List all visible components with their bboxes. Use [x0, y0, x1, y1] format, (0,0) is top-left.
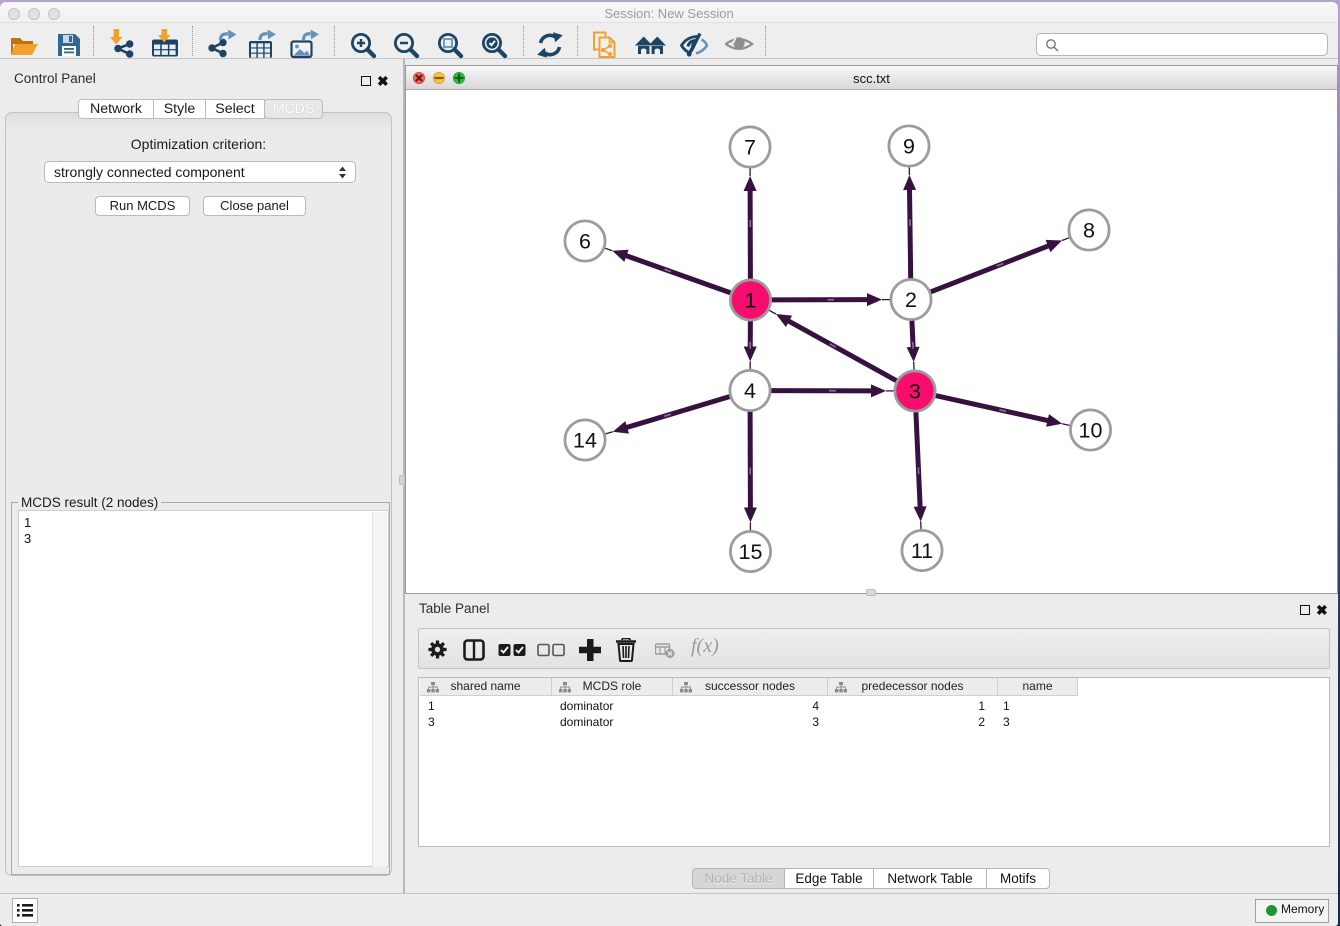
svg-text:2: 2 — [905, 288, 917, 312]
svg-text:3: 3 — [909, 380, 921, 404]
svg-text:4: 4 — [744, 379, 756, 403]
svg-text:7: 7 — [744, 136, 756, 160]
svg-text:1: 1 — [745, 289, 757, 313]
svg-text:10: 10 — [1079, 419, 1103, 443]
svg-text:6: 6 — [579, 230, 591, 254]
svg-text:14: 14 — [573, 429, 597, 453]
svg-text:8: 8 — [1083, 219, 1095, 243]
svg-text:11: 11 — [911, 539, 933, 563]
svg-text:9: 9 — [903, 135, 915, 159]
svg-text:15: 15 — [739, 540, 763, 564]
